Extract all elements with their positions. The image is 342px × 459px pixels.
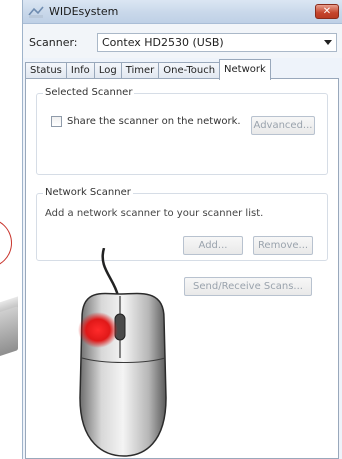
dropdown-arrow-icon [324,40,332,45]
close-button[interactable]: ✕ [315,4,339,19]
selected-scanner-title: Selected Scanner [43,87,135,98]
left-click-highlight [78,312,118,348]
scanner-selector-row: Scanner: Contex HD2530 (USB) [23,24,342,58]
network-scanner-title: Network Scanner [43,187,133,198]
network-scanner-hint: Add a network scanner to your scanner li… [45,208,264,219]
selected-scanner-group: Selected Scanner Share the scanner on th… [36,87,328,175]
highlight-arc [0,218,12,268]
scanner-device-body [0,306,18,358]
window-title: WIDEsystem [49,5,119,18]
mouse-icon [78,248,167,457]
scanner-illustration [0,0,22,459]
scanner-selected-value: Contex HD2530 (USB) [102,36,224,49]
title-bar: WIDEsystem ✕ [23,0,342,24]
widesystem-window: WIDEsystem ✕ Scanner: Contex HD2530 (USB… [22,0,342,459]
tab-network[interactable]: Network [219,59,271,80]
share-scanner-label: Share the scanner on the network. [67,116,241,127]
scanner-label: Scanner: [29,36,78,49]
send-receive-scans-button[interactable]: Send/Receive Scans... [184,277,312,296]
tab-strip: Status Info Log Timer One-Touch Network [25,59,271,80]
app-icon [28,6,44,18]
remove-button[interactable]: Remove... [253,236,313,255]
scanner-dropdown[interactable]: Contex HD2530 (USB) [97,33,337,52]
network-tab-panel: Selected Scanner Share the scanner on th… [25,78,339,459]
share-scanner-checkbox[interactable] [51,116,62,127]
advanced-button[interactable]: Advanced... [251,116,315,135]
mouse-cable [101,248,120,297]
add-button[interactable]: Add... [183,236,243,255]
